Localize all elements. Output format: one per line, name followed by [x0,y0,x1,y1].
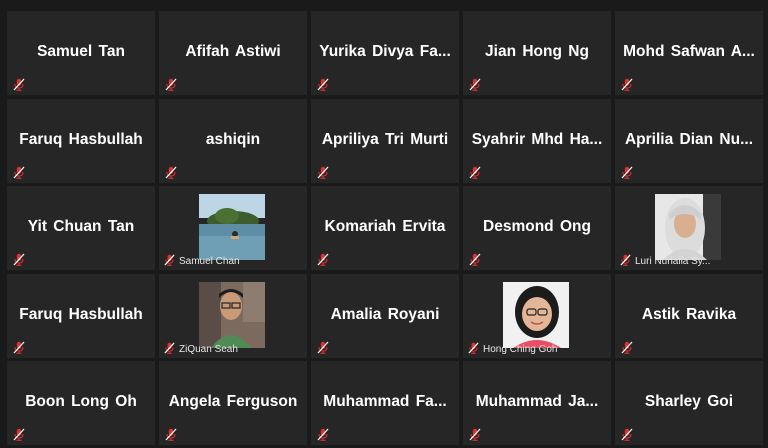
participant-tile[interactable]: ashiqin [159,98,307,183]
mic-muted-icon [13,428,25,441]
participant-tile[interactable]: Sharley Goi [615,361,763,445]
participant-name: Aprilia Dian Nu... [624,130,753,148]
participant-name: Desmond Ong [483,218,591,235]
participant-name: Faruq Hasbullah [19,305,143,323]
participant-tile[interactable]: Boon Long Oh [7,361,155,445]
participant-name: Mohd Safwan A... [623,43,755,60]
participant-name: Muhammad Fa... [323,393,447,410]
mic-muted-icon [165,78,177,91]
participant-video [655,194,721,260]
video-feed [503,281,569,348]
participant-tile[interactable]: Samuel Chan [159,186,307,270]
participant-name: ashiqin [205,130,261,148]
participant-tile[interactable]: Desmond Ong [463,186,611,270]
participant-tile[interactable]: Yurika Divya Fa... [311,11,459,95]
mic-muted-icon [13,253,25,266]
mic-muted-icon [165,166,177,179]
mic-muted-icon [317,428,329,441]
participant-tile[interactable]: Apriliya Tri Murti [311,98,459,183]
mic-muted-icon [165,428,177,441]
participant-name: Syahrir Mhd Ha... [471,130,603,148]
mic-muted-icon [468,342,479,354]
participant-name: Apriliya Tri Murti [321,130,449,148]
participant-name: Sharley Goi [644,393,734,410]
mic-muted-icon [164,342,175,354]
participant-tile[interactable]: Angela Ferguson [159,361,307,445]
participant-tile[interactable]: ZiQuan Seah [159,273,307,358]
participant-tile[interactable]: Amalia Royani [311,273,459,358]
mic-muted-icon [317,341,329,354]
participant-name: Faruq Hasbullah [19,130,143,148]
mic-muted-icon [469,78,481,91]
mic-muted-icon [317,253,329,266]
participant-name: Yit Chuan Tan [27,218,135,235]
participant-tile[interactable]: Hong Ching Goh [463,273,611,358]
participant-name: Afifah Astiwi [185,43,281,60]
mic-muted-icon [469,166,481,179]
mic-muted-icon [469,253,481,266]
participant-name: Samuel Tan [37,43,125,60]
participant-name: Komariah Ervita [324,218,446,235]
mic-muted-icon [621,428,633,441]
mic-muted-icon [469,428,481,441]
participant-tile[interactable]: Astik Ravika [615,273,763,358]
participant-tile[interactable]: Mohd Safwan A... [615,11,763,95]
gallery-grid: Samuel Tan Afifah Astiwi Yurika Divya Fa… [7,11,767,445]
participant-name: Boon Long Oh [25,393,137,410]
participant-name: Jian Hong Ng [485,43,589,60]
mic-muted-icon [13,341,25,354]
mic-muted-icon [317,78,329,91]
mic-muted-icon [621,78,633,91]
participant-video [199,194,265,260]
participant-video [199,281,265,348]
video-feed [199,194,265,260]
participant-name-label: Samuel Chan [179,256,240,267]
participant-tile[interactable]: Samuel Tan [7,11,155,95]
mic-muted-icon [620,254,631,266]
participant-name-label: Hong Ching Goh [483,343,558,355]
mic-muted-icon [621,341,633,354]
participant-name: Muhammad Ja... [475,393,599,410]
participant-name: Angela Ferguson [168,393,298,410]
mic-muted-icon [13,166,25,179]
mic-muted-icon [621,166,633,179]
participant-tile[interactable]: Muhammad Fa... [311,361,459,445]
video-feed [655,194,721,260]
participant-tile[interactable]: Aprilia Dian Nu... [615,98,763,183]
participant-tile[interactable]: Afifah Astiwi [159,11,307,95]
participant-tile[interactable]: Syahrir Mhd Ha... [463,98,611,183]
participant-tile[interactable]: Komariah Ervita [311,186,459,270]
participant-name: Yurika Divya Fa... [319,43,451,60]
participant-name-label: Luri Nurlaila Sy... [635,256,711,267]
participant-name-label: ZiQuan Seah [179,343,238,355]
video-feed [199,281,265,348]
mic-muted-icon [13,78,25,91]
participant-name: Astik Ravika [641,305,737,323]
participant-name: Amalia Royani [330,305,440,323]
participant-tile[interactable]: Yit Chuan Tan [7,186,155,270]
participant-tile[interactable]: Muhammad Ja... [463,361,611,445]
participant-tile[interactable]: Luri Nurlaila Sy... [615,186,763,270]
mic-muted-icon [317,166,329,179]
participant-tile[interactable]: Jian Hong Ng [463,11,611,95]
participant-tile[interactable]: Faruq Hasbullah [7,98,155,183]
participant-video [503,281,569,348]
mic-muted-icon [164,254,175,266]
participant-tile[interactable]: Faruq Hasbullah [7,273,155,358]
